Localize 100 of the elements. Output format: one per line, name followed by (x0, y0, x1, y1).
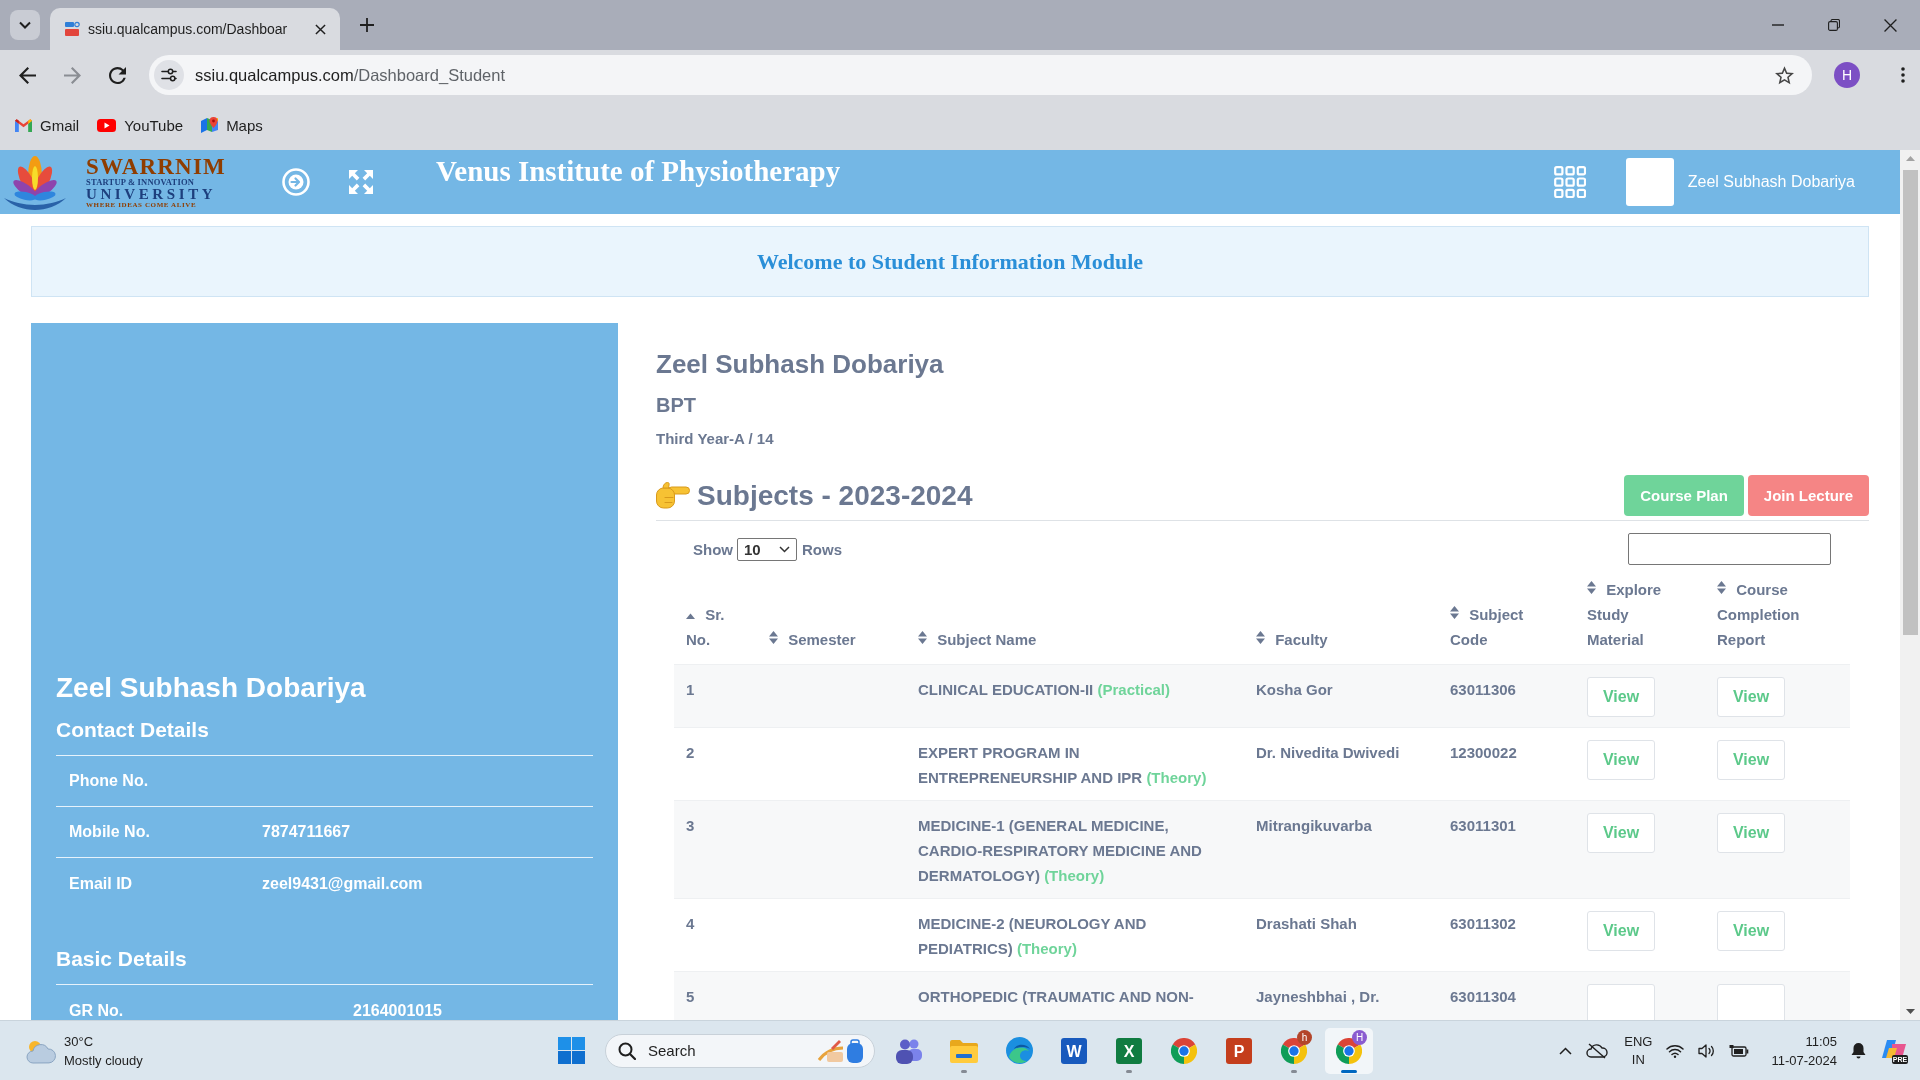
wave-browser-icon (1005, 1037, 1033, 1064)
field-value: 2164001015 (353, 1001, 442, 1020)
bookmark-link[interactable]: YouTube (97, 116, 184, 134)
letter-tile-icon: W (1061, 1037, 1087, 1064)
institute-title: Venus Institute of Physiotherapy (436, 155, 841, 188)
clock-button[interactable]: 11:05 11-07-2024 (1771, 1031, 1837, 1070)
play-button-icon (97, 118, 117, 132)
program-name: BPT (656, 393, 697, 418)
wifi-icon[interactable] (1666, 1043, 1685, 1058)
taskbar-app[interactable]: W (1050, 1027, 1098, 1074)
class-info: Third Year-A / 14 (656, 429, 775, 449)
subject-name: MEDICINE-1 (GENERAL MEDICINE, CARDIO-RESPIRATORY MEDICINE AND DERMATOLOGY) (Theory) (918, 817, 1202, 884)
folder-icon (950, 1038, 978, 1063)
subject-code: 12300022 (1450, 744, 1517, 761)
column-header[interactable]: Semester (769, 627, 856, 652)
show-label: Show (693, 540, 733, 558)
faculty-name: Drashati Shah (1256, 915, 1357, 932)
page-size-select[interactable]: 10 (737, 537, 797, 561)
close-icon[interactable] (315, 23, 326, 35)
scrollbar-thumb[interactable] (1902, 170, 1918, 635)
tab-search-button[interactable] (10, 10, 40, 40)
reload-icon[interactable] (109, 66, 126, 84)
profile-avatar[interactable]: H (1834, 62, 1860, 88)
url-text: ssiu.qualcampus.com/Dashboard_Student (195, 65, 506, 85)
field-label: Mobile No. (69, 823, 151, 841)
faculty-name: Dr. Nivedita Dwivedi (1256, 744, 1400, 761)
browser-tab[interactable]: ssiu.qualcampus.com/Dashboar (50, 8, 340, 50)
letter-tile-icon: P (1226, 1037, 1252, 1064)
column-header[interactable]: Course Completion Report (1717, 577, 1827, 652)
faculty-name: Kosha Gor (1256, 681, 1333, 698)
taskbar-app[interactable]: P (1215, 1027, 1263, 1074)
student-name: Zeel Subhash Dobariya (56, 671, 367, 705)
rows-label: Rows (802, 540, 842, 558)
section-heading: Contact Details (56, 717, 593, 756)
logo-name: SWARRNIM (86, 155, 226, 179)
row-number: 3 (686, 817, 695, 834)
chevron-up-icon[interactable] (1559, 1046, 1573, 1055)
taskbar-app[interactable]: h (1270, 1027, 1318, 1074)
action-button[interactable]: Join Lecture (1747, 475, 1869, 516)
scroll-down-icon[interactable] (1905, 1009, 1915, 1014)
scrollbar[interactable] (1900, 150, 1920, 1020)
close-icon[interactable] (1883, 18, 1897, 32)
search-icon (618, 1041, 636, 1060)
field-label: Phone No. (69, 772, 150, 790)
restore-icon[interactable] (1828, 19, 1840, 31)
row-number: 4 (686, 915, 695, 932)
subject-name: ORTHOPEDIC (TRAUMATIC AND NON- (918, 988, 1194, 1005)
profile-badge: H (1352, 1029, 1367, 1045)
row-number: 2 (686, 744, 695, 761)
weather-condition: Mostly cloudy (64, 1051, 143, 1070)
logo-subtitle: STARTUP & INNOVATION (86, 178, 196, 187)
section-heading: Basic Details (56, 946, 593, 985)
map-pin-icon (201, 116, 219, 134)
pointing-hand-icon (656, 482, 690, 509)
field-value: zeel9431@gmail.com (262, 874, 423, 893)
chevron-down-icon (19, 21, 31, 29)
column-header[interactable]: Faculty (1256, 627, 1328, 652)
logo-university: UNIVERSITY (86, 186, 218, 202)
battery-charging-icon[interactable] (1729, 1043, 1750, 1058)
menu-icon[interactable] (1901, 67, 1905, 83)
back-arrow-icon[interactable] (19, 66, 36, 84)
subject-code: 63011301 (1450, 817, 1516, 834)
start-icon[interactable] (557, 1037, 585, 1064)
star-icon[interactable] (1775, 65, 1794, 85)
welcome-text: Welcome to Student Information Module (756, 248, 1144, 275)
envelope-icon (15, 118, 32, 132)
student-name: Zeel Subhash Dobariya (656, 348, 945, 380)
field-label: GR No. (69, 1001, 125, 1020)
faculty-name: Mitrangikuvarba (1256, 817, 1372, 834)
subject-code: 63011304 (1450, 988, 1516, 1005)
profile-badge: h (1297, 1029, 1312, 1045)
subject-name: MEDICINE-2 (NEUROLOGY AND PEDIATRICS) (Theory) (918, 915, 1147, 957)
people-app-icon (895, 1037, 923, 1064)
field-label: Email ID (69, 874, 134, 893)
browser-icon (1171, 1037, 1197, 1064)
column-header[interactable]: Subject Code (1450, 602, 1545, 652)
bookmark-link[interactable]: Maps (201, 116, 263, 134)
address-bar[interactable]: ssiu.qualcampus.com/Dashboard_Student (149, 55, 1812, 95)
site-settings-icon[interactable] (154, 60, 184, 90)
column-header[interactable]: Subject Name (918, 627, 1037, 652)
field-value: 7874711667 (262, 823, 351, 841)
subject-code: 63011302 (1450, 915, 1516, 932)
cloud-off-icon[interactable] (1586, 1042, 1609, 1059)
row-number: 1 (686, 681, 695, 698)
faculty-name: Jayneshbhai , Dr. (1256, 988, 1380, 1005)
taskbar-app[interactable]: X (1105, 1027, 1153, 1074)
bookmark-link[interactable]: Gmail (15, 116, 80, 134)
chevron-down-icon (779, 545, 790, 553)
column-header[interactable]: Explore Study Material (1587, 577, 1687, 652)
column-header[interactable]: Sr. No. (686, 602, 738, 652)
speaker-icon[interactable] (1698, 1043, 1716, 1058)
taskbar-app[interactable]: H (1325, 1027, 1373, 1074)
letter-tile-icon: X (1116, 1037, 1142, 1064)
search-field[interactable] (1628, 533, 1831, 565)
plus-icon[interactable] (360, 18, 374, 32)
subject-name: EXPERT PROGRAM IN ENTREPRENEURSHIP AND IPR (Theory) (918, 744, 1207, 786)
row-number: 5 (686, 988, 695, 1005)
language-button[interactable]: ENG IN (1624, 1032, 1653, 1069)
bell-icon[interactable] (1851, 1042, 1866, 1059)
temperature: 30°C (64, 1032, 95, 1051)
